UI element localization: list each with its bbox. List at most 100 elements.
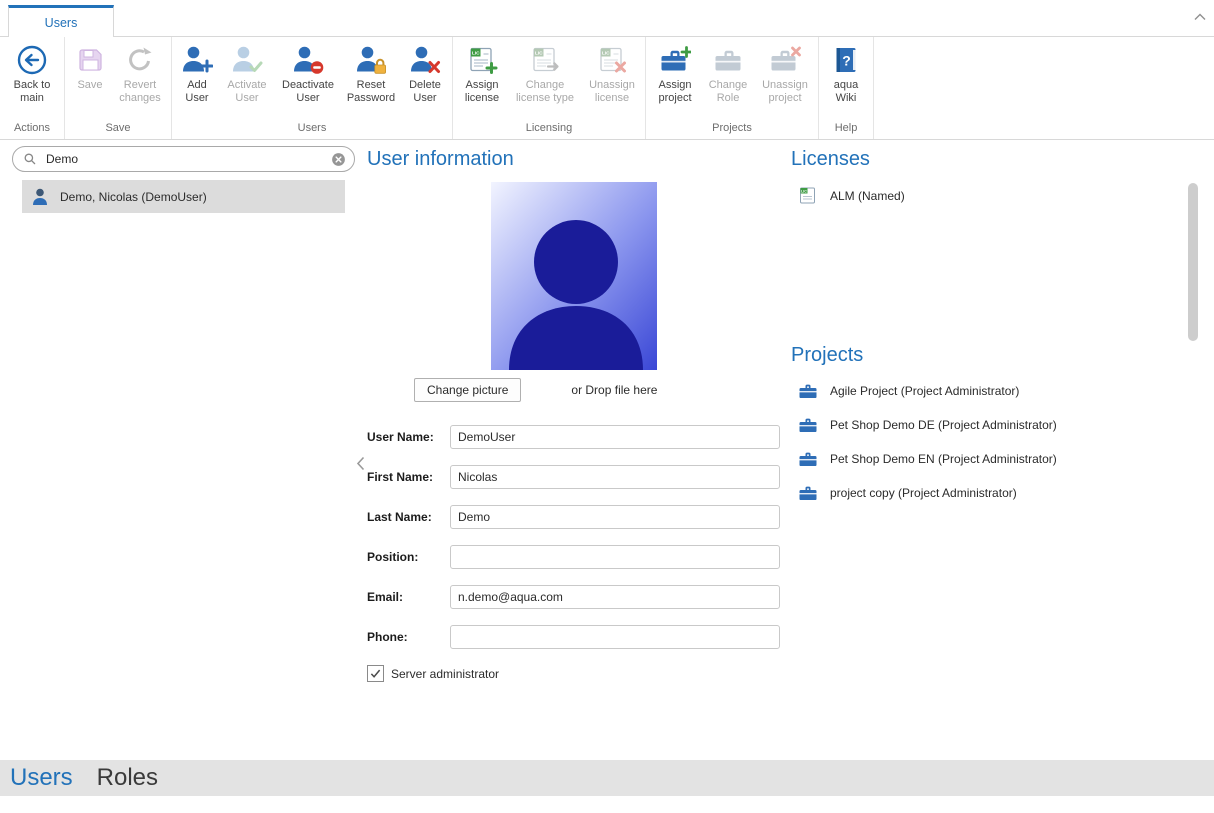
ribbon-group-label-help: Help xyxy=(819,121,873,139)
last-name-input[interactable] xyxy=(450,505,780,529)
project-item[interactable]: Pet Shop Demo EN (Project Administrator) xyxy=(791,442,1191,476)
delete-user-button[interactable]: Delete User xyxy=(401,41,449,107)
project-item-label: project copy (Project Administrator) xyxy=(830,486,1017,500)
user-list-panel: Demo, Nicolas (DemoUser) xyxy=(12,146,355,213)
reset-password-button[interactable]: Reset Password xyxy=(341,41,401,107)
change-license-type-icon: LIC xyxy=(529,44,561,76)
user-list-item-label: Demo, Nicolas (DemoUser) xyxy=(60,190,207,204)
search-box xyxy=(12,146,355,172)
project-item[interactable]: Agile Project (Project Administrator) xyxy=(791,374,1191,408)
license-item[interactable]: LIC ALM (Named) xyxy=(791,184,1191,208)
email-input[interactable] xyxy=(450,585,780,609)
form-row: Position: xyxy=(367,545,780,569)
ribbon-group-label-licensing: Licensing xyxy=(453,121,645,139)
first-name-input[interactable] xyxy=(450,465,780,489)
unassign-project-label: Unassign project xyxy=(756,79,814,104)
svg-text:LIC: LIC xyxy=(602,51,610,57)
first-name-label: First Name: xyxy=(367,470,450,484)
scrollbar-thumb[interactable] xyxy=(1188,183,1198,341)
reset-password-icon xyxy=(355,44,387,76)
footer-tab-roles[interactable]: Roles xyxy=(97,764,158,792)
deactivate-user-label: Deactivate User xyxy=(276,79,340,104)
delete-user-icon xyxy=(409,44,441,76)
project-item-label: Pet Shop Demo DE (Project Administrator) xyxy=(830,418,1057,432)
tab-users[interactable]: Users xyxy=(8,5,114,37)
aqua-wiki-label: aqua Wiki xyxy=(823,79,869,104)
user-list: Demo, Nicolas (DemoUser) xyxy=(22,180,345,213)
server-administrator-label: Server administrator xyxy=(391,667,499,681)
back-to-main-label: Back to main xyxy=(4,79,60,104)
projects-list: Agile Project (Project Administrator) Pe… xyxy=(791,374,1191,510)
tab-users-label: Users xyxy=(45,16,78,30)
form-row: Phone: xyxy=(367,625,780,649)
project-icon xyxy=(798,415,818,435)
search-input[interactable] xyxy=(44,151,331,167)
ribbon-group-users: Add User Activate User Deactivate User R… xyxy=(172,37,453,139)
ribbon-group-licensing: LIC Assign license LIC Change license ty… xyxy=(453,37,646,139)
drop-file-hint: or Drop file here xyxy=(571,383,657,397)
footer-tab-users[interactable]: Users xyxy=(10,764,73,792)
license-icon: LIC xyxy=(798,186,818,206)
email-label: Email: xyxy=(367,590,450,604)
phone-input[interactable] xyxy=(450,625,780,649)
project-item[interactable]: project copy (Project Administrator) xyxy=(791,476,1191,510)
position-input[interactable] xyxy=(450,545,780,569)
change-role-icon xyxy=(712,44,744,76)
server-administrator-checkbox[interactable] xyxy=(367,665,384,682)
assign-license-button[interactable]: LIC Assign license xyxy=(456,41,508,107)
assign-project-label: Assign project xyxy=(650,79,700,104)
ribbon-group-help: ? aqua Wiki Help xyxy=(819,37,874,139)
user-name-input[interactable] xyxy=(450,425,780,449)
project-item[interactable]: Pet Shop Demo DE (Project Administrator) xyxy=(791,408,1191,442)
license-item-label: ALM (Named) xyxy=(830,189,905,203)
project-item-label: Pet Shop Demo EN (Project Administrator) xyxy=(830,452,1057,466)
svg-text:LIC: LIC xyxy=(472,51,480,57)
collapse-ribbon-button[interactable] xyxy=(1193,9,1207,19)
unassign-project-button: Unassign project xyxy=(755,41,815,107)
chevron-left-icon xyxy=(356,458,365,475)
project-icon xyxy=(798,483,818,503)
assign-license-label: Assign license xyxy=(457,79,507,104)
unassign-license-icon: LIC xyxy=(596,44,628,76)
assign-project-button[interactable]: Assign project xyxy=(649,41,701,107)
assign-project-icon xyxy=(659,44,691,76)
ribbon-group-label-actions: Actions xyxy=(0,121,64,139)
unassign-license-button: LIC Unassign license xyxy=(582,41,642,107)
user-information-title: User information xyxy=(367,146,780,172)
search-icon xyxy=(23,152,37,166)
ribbon-group-projects: Assign project Change Role Unassign proj… xyxy=(646,37,819,139)
change-license-type-button: LIC Change license type xyxy=(508,41,582,107)
assign-license-icon: LIC xyxy=(466,44,498,76)
save-icon xyxy=(74,44,106,76)
save-label: Save xyxy=(77,79,102,92)
aqua-wiki-button[interactable]: ? aqua Wiki xyxy=(822,41,870,107)
licenses-title: Licenses xyxy=(791,146,1191,172)
projects-section: Projects Agile Project (Project Administ… xyxy=(791,342,1191,510)
avatar[interactable] xyxy=(491,182,657,370)
ribbon-group-label-users: Users xyxy=(172,121,452,139)
activate-user-label: Activate User xyxy=(220,79,274,104)
delete-user-label: Delete User xyxy=(402,79,448,104)
deactivate-user-icon xyxy=(292,44,324,76)
ribbon-group-save: Save Revert changes Save xyxy=(65,37,172,139)
projects-title: Projects xyxy=(791,342,1191,368)
change-picture-button[interactable]: Change picture xyxy=(414,378,521,402)
deactivate-user-button[interactable]: Deactivate User xyxy=(275,41,341,107)
panel-collapse-handle[interactable] xyxy=(356,456,365,471)
revert-changes-button: Revert changes xyxy=(112,41,168,107)
reset-password-label: Reset Password xyxy=(342,79,400,104)
last-name-label: Last Name: xyxy=(367,510,450,524)
back-to-main-button[interactable]: Back to main xyxy=(3,41,61,107)
form-row: Email: xyxy=(367,585,780,609)
user-list-item[interactable]: Demo, Nicolas (DemoUser) xyxy=(22,180,345,213)
form-row: User Name: xyxy=(367,425,780,449)
licenses-projects-panel: Licenses LIC ALM (Named) Projects Agile … xyxy=(791,146,1191,510)
svg-text:LIC: LIC xyxy=(535,51,543,57)
wiki-book-icon: ? xyxy=(830,44,862,76)
unassign-project-icon xyxy=(769,44,801,76)
user-icon xyxy=(30,187,50,207)
add-user-button[interactable]: Add User xyxy=(175,41,219,107)
scrollbar-track[interactable] xyxy=(1188,150,1198,756)
user-name-label: User Name: xyxy=(367,430,450,444)
clear-search-icon[interactable] xyxy=(331,152,346,167)
